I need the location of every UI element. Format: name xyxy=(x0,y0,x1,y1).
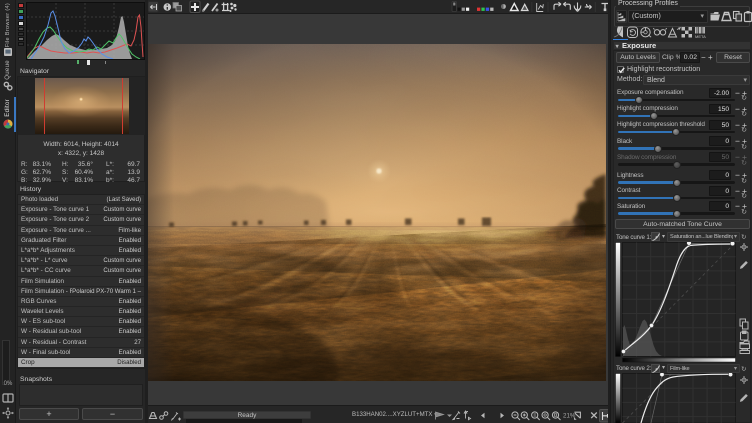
svg-text:21%: 21% xyxy=(563,413,576,420)
svg-text:META: META xyxy=(695,34,706,39)
